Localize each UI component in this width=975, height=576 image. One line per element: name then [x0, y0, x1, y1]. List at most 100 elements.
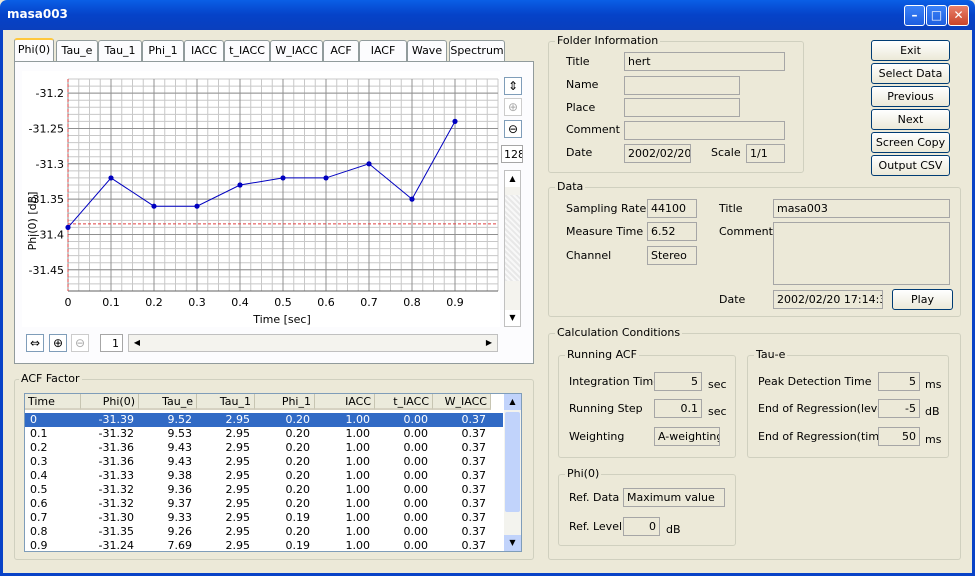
scroll-down-icon[interactable]: ▼ [505, 310, 520, 326]
data-comment-field[interactable] [773, 222, 950, 285]
vertical-scrollbar[interactable]: ▲ ▼ [504, 170, 521, 327]
play-button[interactable]: Play [892, 289, 953, 310]
table-row[interactable]: 0.5 -31.32 9.36 2.95 0.20 1.00 0.00 0.37 [25, 483, 503, 497]
zoom-out-icon[interactable]: ⊖ [504, 120, 522, 138]
data-point [237, 182, 243, 188]
table-scrollbar[interactable]: ▲ ▼ [504, 394, 521, 551]
table-cell: 1.00 [345, 497, 371, 510]
x-tick-label: 0.1 [102, 296, 120, 309]
table-row[interactable]: 0.3 -31.36 9.43 2.95 0.20 1.00 0.00 0.37 [25, 455, 503, 469]
x-tick-label: 0.6 [317, 296, 335, 309]
previous-button[interactable]: Previous [871, 86, 950, 107]
scroll-up-icon[interactable]: ▲ [505, 171, 520, 187]
table-row[interactable]: 0.4 -31.33 9.38 2.95 0.20 1.00 0.00 0.37 [25, 469, 503, 483]
table-cell: 0.5 [30, 483, 48, 496]
close-button[interactable]: ✕ [948, 5, 969, 26]
table-cell: 0.00 [403, 497, 429, 510]
running-step-label: Running Step [569, 402, 643, 415]
y-tick-label: -31.25 [29, 122, 64, 135]
table-cell: 0.6 [30, 497, 48, 510]
screen-copy-button[interactable]: Screen Copy [871, 132, 950, 153]
column-header[interactable]: t_IACC [375, 394, 433, 410]
tab-tau-e[interactable]: Tau_e [56, 40, 98, 61]
data-point [409, 196, 415, 202]
table-row[interactable]: 0 -31.39 9.52 2.95 0.20 1.00 0.00 0.37 [25, 413, 503, 427]
tab-wave[interactable]: Wave [407, 40, 447, 61]
table-scroll-up-icon[interactable]: ▲ [504, 394, 521, 410]
data-point [151, 203, 157, 209]
x-tick-label: 0.2 [145, 296, 163, 309]
x-tick-label: 0.8 [403, 296, 421, 309]
table-row[interactable]: 0.6 -31.32 9.37 2.95 0.20 1.00 0.00 0.37 [25, 497, 503, 511]
table-cell: 0.37 [461, 483, 487, 496]
table-cell: 9.33 [167, 511, 193, 524]
column-header[interactable]: Phi(0) [81, 394, 139, 410]
folder-name-field[interactable] [624, 76, 740, 95]
tab-phi-1[interactable]: Phi_1 [142, 40, 184, 61]
table-cell: -31.24 [98, 539, 134, 552]
table-cell: -31.30 [98, 511, 134, 524]
table-cell: 0.37 [461, 427, 487, 440]
data-title-field[interactable]: masa003 [773, 199, 950, 218]
fit-horizontal-button[interactable]: ⇔ [26, 334, 44, 352]
column-header[interactable]: Tau_e [139, 394, 197, 410]
table-cell: 0.00 [403, 483, 429, 496]
table-cell: 2.95 [225, 441, 251, 454]
folder-scale-field: 1/1 [746, 144, 785, 163]
tab-iacc[interactable]: IACC [184, 40, 224, 61]
column-header[interactable]: IACC [315, 394, 375, 410]
table-cell: 2.95 [225, 483, 251, 496]
table-cell: 1.00 [345, 525, 371, 538]
folder-title-label: Title [566, 55, 590, 68]
table-row[interactable]: 0.7 -31.30 9.33 2.95 0.19 1.00 0.00 0.37 [25, 511, 503, 525]
table-cell: 0.20 [285, 483, 311, 496]
table-cell: 1.00 [345, 413, 371, 426]
folder-place-field[interactable] [624, 98, 740, 117]
tab-iacf[interactable]: IACF [359, 40, 407, 61]
table-row[interactable]: 0.1 -31.32 9.53 2.95 0.20 1.00 0.00 0.37 [25, 427, 503, 441]
tab-tau-1[interactable]: Tau_1 [98, 40, 142, 61]
h-zoom-in-icon[interactable]: ⊕ [49, 334, 67, 352]
minimize-button[interactable]: – [904, 5, 925, 26]
tab-t-iacc[interactable]: t_IACC [224, 40, 270, 61]
tab-spectrum[interactable]: Spectrum [449, 40, 505, 61]
column-header[interactable]: W_IACC [433, 394, 491, 410]
scroll-track[interactable] [505, 195, 520, 281]
folder-date-label: Date [566, 146, 593, 159]
exit-button[interactable]: Exit [871, 40, 950, 61]
column-header[interactable]: Tau_1 [197, 394, 255, 410]
table-cell: 0.37 [461, 469, 487, 482]
column-header[interactable]: Time [25, 394, 81, 410]
maximize-button[interactable]: □ [926, 5, 947, 26]
table-scroll-down-icon[interactable]: ▼ [504, 535, 521, 551]
table-cell: 0.19 [285, 511, 311, 524]
table-cell: 0.19 [285, 539, 311, 552]
h-zoom-out-icon[interactable]: ⊖ [71, 334, 89, 352]
tab-phi0[interactable]: Phi(0) [14, 38, 54, 62]
select-data-button[interactable]: Select Data [871, 63, 950, 84]
weighting-label: Weighting [569, 430, 625, 443]
next-button[interactable]: Next [871, 109, 950, 130]
table-cell: 7.69 [167, 539, 193, 552]
table-cell: 0.00 [403, 469, 429, 482]
phi0-chart: -31.2-31.25-31.3-31.35-31.4-31.45 0 0.1 0.… [26, 78, 499, 326]
table-cell: -31.32 [98, 483, 134, 496]
tab-w-iacc[interactable]: W_IACC [270, 40, 323, 61]
fit-vertical-button[interactable]: ⇕ [504, 77, 522, 95]
scroll-left-icon[interactable]: ◀ [129, 335, 145, 351]
column-header[interactable]: Phi_1 [255, 394, 315, 410]
table-row[interactable]: 0.8 -31.35 9.26 2.95 0.20 1.00 0.00 0.37 [25, 525, 503, 539]
zoom-in-icon[interactable]: ⊕ [504, 98, 522, 116]
calc-conditions-title: Calculation Conditions [555, 326, 683, 339]
output-csv-button[interactable]: Output CSV [871, 155, 950, 176]
folder-date-field: 2002/02/20 [624, 144, 691, 163]
horizontal-scrollbar[interactable]: ◀ ▶ [128, 334, 498, 352]
scroll-right-icon[interactable]: ▶ [481, 335, 497, 351]
table-row[interactable]: 0.2 -31.36 9.43 2.95 0.20 1.00 0.00 0.37 [25, 441, 503, 455]
folder-comment-field[interactable] [624, 121, 785, 140]
table-row[interactable]: 0.9 -31.24 7.69 2.95 0.19 1.00 0.00 0.37 [25, 539, 503, 552]
tab-acf[interactable]: ACF [323, 40, 359, 61]
table-scroll-thumb[interactable] [505, 412, 520, 512]
folder-title-field[interactable]: hert [624, 52, 785, 71]
table-cell: 0.00 [403, 455, 429, 468]
